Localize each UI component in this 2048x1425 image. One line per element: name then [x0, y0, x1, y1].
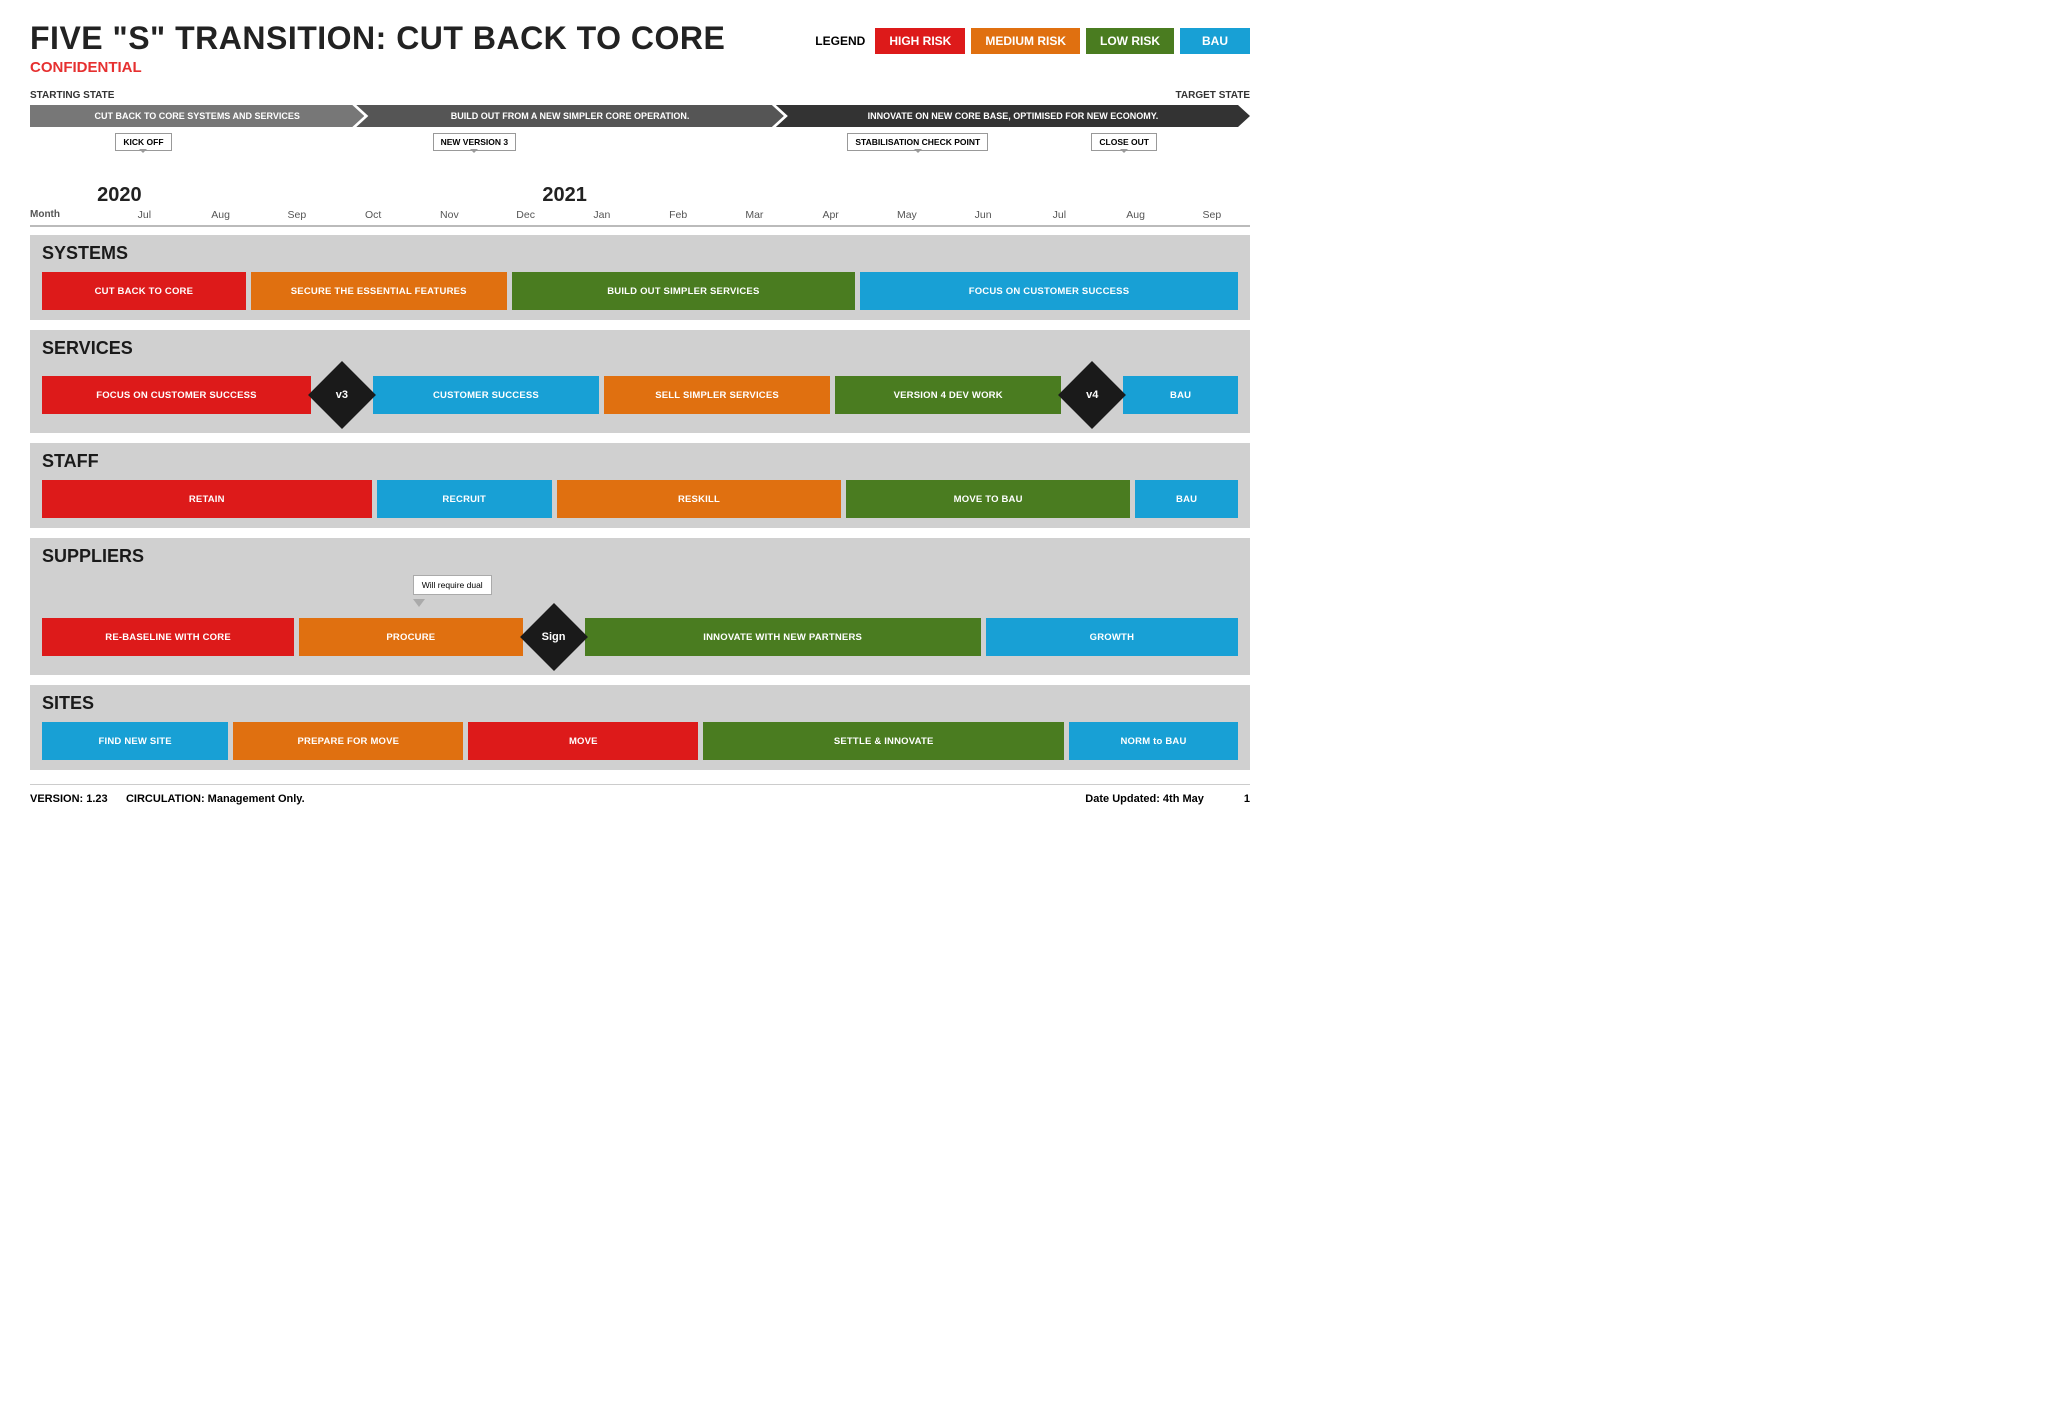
systems-section: SYSTEMS CUT BACK TO CORE SECURE THE ESSE…: [30, 235, 1250, 320]
date-updated-label: Date Updated: 4th May: [1085, 793, 1204, 805]
year-row: 2020 2021: [30, 177, 1250, 207]
phase-arrows: CUT BACK TO CORE SYSTEMS AND SERVICES BU…: [30, 105, 1250, 127]
month-oct-2020: Oct: [335, 209, 411, 221]
month-jul-2021: Jul: [1021, 209, 1097, 221]
month-feb-2021: Feb: [640, 209, 716, 221]
month-jan-2021: Jan: [564, 209, 640, 221]
v3-diamond-wrapper: v3: [314, 367, 370, 423]
page-header: FIVE "S" TRANSITION: CUT BACK TO CORE CO…: [30, 20, 1250, 76]
suppliers-section: SUPPLIERS Will require dual RE-BASELINE …: [30, 538, 1250, 675]
sign-diamond-wrapper: Sign: [526, 609, 582, 665]
month-col-label: Month: [30, 209, 106, 221]
footer-right: Date Updated: 4th May 1: [1085, 793, 1250, 805]
suppliers-bar-growth: GROWTH: [986, 618, 1238, 656]
month-sep-2021: Sep: [1174, 209, 1250, 221]
services-title: SERVICES: [42, 338, 1238, 359]
year-2021: 2021: [542, 184, 587, 207]
suppliers-title: SUPPLIERS: [42, 546, 1238, 567]
services-bar-customer-success: CUSTOMER SUCCESS: [373, 376, 599, 414]
suppliers-bars: RE-BASELINE WITH CORE PROCURE Sign INNOV…: [42, 609, 1238, 665]
staff-bar-recruit: RECRUIT: [377, 480, 552, 518]
sites-bar-find: FIND NEW SITE: [42, 722, 228, 760]
closeout-label: CLOSE OUT: [1091, 133, 1157, 151]
target-state-label: TARGET STATE: [1176, 90, 1250, 101]
month-aug-2020: Aug: [183, 209, 259, 221]
timeline-header: STARTING STATE TARGET STATE CUT BACK TO …: [30, 90, 1250, 227]
sign-tooltip-arrow: [413, 599, 425, 607]
year-2020: 2020: [97, 184, 142, 207]
page-number: 1: [1244, 793, 1250, 805]
sites-bar-move: MOVE: [468, 722, 698, 760]
suppliers-bar-procure: PROCURE: [299, 618, 522, 656]
legend-bau: BAU: [1180, 28, 1250, 54]
staff-title: STAFF: [42, 451, 1238, 472]
services-section: SERVICES FOCUS ON CUSTOMER SUCCESS v3 CU…: [30, 330, 1250, 433]
sites-bars: FIND NEW SITE PREPARE FOR MOVE MOVE SETT…: [42, 722, 1238, 760]
sites-bar-settle: SETTLE & INNOVATE: [703, 722, 1064, 760]
month-aug-2021: Aug: [1098, 209, 1174, 221]
services-bar-sell: SELL SIMPLER SERVICES: [604, 376, 830, 414]
version-label: VERSION: 1.23: [30, 793, 108, 805]
phase-innovate: INNOVATE ON NEW CORE BASE, OPTIMISED FOR…: [776, 105, 1250, 127]
systems-bar-cut-back: CUT BACK TO CORE: [42, 272, 246, 310]
newversion3-label: NEW VERSION 3: [433, 133, 517, 151]
legend-label: LEGEND: [815, 34, 865, 48]
staff-bar-bau: BAU: [1135, 480, 1238, 518]
staff-bars: RETAIN RECRUIT RESKILL MOVE TO BAU BAU: [42, 480, 1238, 518]
services-bars: FOCUS ON CUSTOMER SUCCESS v3 CUSTOMER SU…: [42, 367, 1238, 423]
starting-state-label: STARTING STATE: [30, 90, 114, 101]
phase-cut-back: CUT BACK TO CORE SYSTEMS AND SERVICES: [30, 105, 364, 127]
systems-title: SYSTEMS: [42, 243, 1238, 264]
sites-title: SITES: [42, 693, 1238, 714]
circulation-label: CIRCULATION: Management Only.: [126, 793, 305, 805]
systems-bar-secure: SECURE THE ESSENTIAL FEATURES: [251, 272, 507, 310]
systems-bar-focus: FOCUS ON CUSTOMER SUCCESS: [860, 272, 1238, 310]
v4-diamond-wrapper: v4: [1064, 367, 1120, 423]
stab-label: STABILISATION CHECK POINT: [847, 133, 988, 151]
callouts-row: KICK OFF NEW VERSION 3 STABILISATION CHE…: [30, 133, 1250, 175]
title-block: FIVE "S" TRANSITION: CUT BACK TO CORE CO…: [30, 20, 725, 76]
kickoff-label: KICK OFF: [115, 133, 171, 151]
suppliers-bar-innovate: INNOVATE WITH NEW PARTNERS: [585, 618, 981, 656]
services-bar-bau: BAU: [1123, 376, 1238, 414]
staff-bar-retain: RETAIN: [42, 480, 372, 518]
legend-low-risk: LOW RISK: [1086, 28, 1174, 54]
month-mar-2021: Mar: [716, 209, 792, 221]
legend-block: LEGEND HIGH RISK MEDIUM RISK LOW RISK BA…: [815, 28, 1250, 54]
staff-section: STAFF RETAIN RECRUIT RESKILL MOVE TO BAU…: [30, 443, 1250, 528]
phase-build-out: BUILD OUT FROM A NEW SIMPLER CORE OPERAT…: [356, 105, 784, 127]
month-jul-2020: Jul: [106, 209, 182, 221]
services-bar-version4: VERSION 4 DEV WORK: [835, 376, 1061, 414]
sites-bar-prepare: PREPARE FOR MOVE: [233, 722, 463, 760]
staff-bar-move-to-bau: MOVE TO BAU: [846, 480, 1130, 518]
month-sep-2020: Sep: [259, 209, 335, 221]
month-may-2021: May: [869, 209, 945, 221]
staff-bar-reskill: RESKILL: [557, 480, 841, 518]
month-jun-2021: Jun: [945, 209, 1021, 221]
sign-tooltip-wrapper: Will require dual: [413, 575, 492, 607]
v4-label: v4: [1086, 389, 1098, 401]
legend-medium-risk: MEDIUM RISK: [971, 28, 1080, 54]
services-bar-focus: FOCUS ON CUSTOMER SUCCESS: [42, 376, 311, 414]
sign-label: Sign: [542, 631, 566, 643]
confidential-label: CONFIDENTIAL: [30, 59, 725, 76]
systems-bar-build-out: BUILD OUT SIMPLER SERVICES: [512, 272, 855, 310]
sites-section: SITES FIND NEW SITE PREPARE FOR MOVE MOV…: [30, 685, 1250, 770]
month-nov-2020: Nov: [411, 209, 487, 221]
sites-bar-norm: NORM to BAU: [1069, 722, 1238, 760]
page-title: FIVE "S" TRANSITION: CUT BACK TO CORE: [30, 20, 725, 57]
month-apr-2021: Apr: [793, 209, 869, 221]
systems-bars: CUT BACK TO CORE SECURE THE ESSENTIAL FE…: [42, 272, 1238, 310]
legend-high-risk: HIGH RISK: [875, 28, 965, 54]
page-footer: VERSION: 1.23 CIRCULATION: Management On…: [30, 784, 1250, 805]
month-dec-2020: Dec: [488, 209, 564, 221]
sign-tooltip: Will require dual: [413, 575, 492, 595]
months-row: Month Jul Aug Sep Oct Nov Dec Jan Feb Ma…: [30, 209, 1250, 227]
suppliers-bar-rebaseline: RE-BASELINE WITH CORE: [42, 618, 294, 656]
v3-label: v3: [336, 389, 348, 401]
footer-version: VERSION: 1.23 CIRCULATION: Management On…: [30, 793, 305, 805]
